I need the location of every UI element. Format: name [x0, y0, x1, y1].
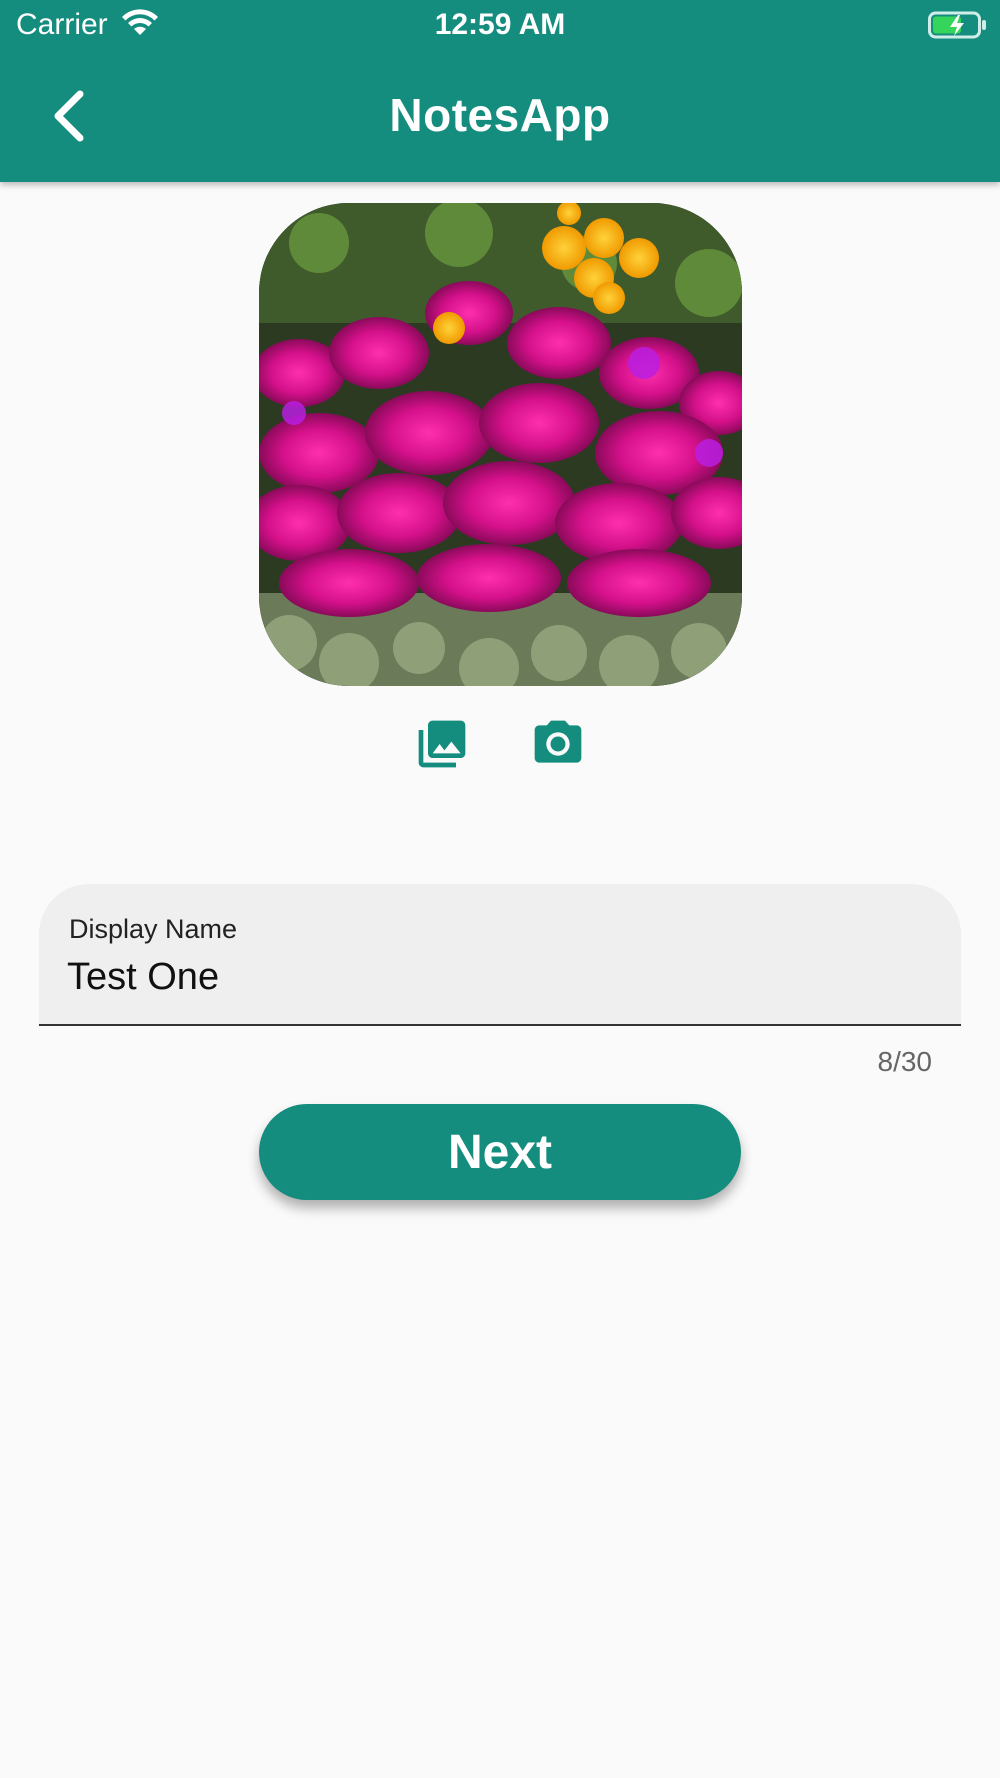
profile-photo [259, 203, 742, 686]
status-time: 12:59 AM [434, 8, 566, 41]
battery-icon [928, 11, 986, 39]
next-button[interactable]: Next [259, 1104, 741, 1200]
gallery-button[interactable] [414, 716, 470, 772]
page-title: NotesApp [389, 89, 611, 141]
photo-library-icon [418, 720, 466, 768]
character-counter: 8/30 [877, 1046, 933, 1077]
app-bar: Carrier 12:59 AM NotesApp [0, 0, 1000, 182]
display-name-input[interactable] [67, 952, 927, 1002]
display-name-field[interactable]: Display Name [39, 884, 961, 1026]
camera-button[interactable] [530, 716, 586, 772]
camera-icon [534, 720, 582, 763]
display-name-label: Display Name [69, 914, 238, 944]
